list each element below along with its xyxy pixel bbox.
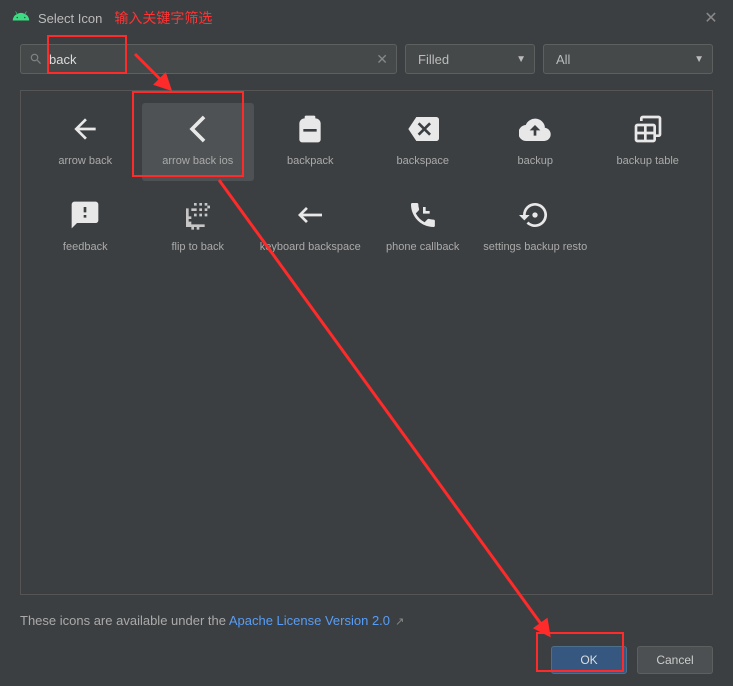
icon-grid-container: arrow back arrow back ios backpack backspac… [20, 90, 713, 595]
search-input[interactable] [49, 52, 376, 67]
phone-callback-icon [405, 197, 441, 233]
icon-label: backspace [396, 155, 449, 168]
icon-label: backup [518, 155, 553, 168]
backup-icon [517, 111, 553, 147]
dialog-buttons: OK Cancel [551, 646, 713, 674]
ok-button[interactable]: OK [551, 646, 627, 674]
feedback-icon [67, 197, 103, 233]
annotation-text: 输入关键字筛选 [114, 8, 212, 28]
icon-label: keyboard backspace [260, 241, 361, 254]
icon-cell-backup[interactable]: backup [479, 103, 592, 181]
category-dropdown[interactable]: All ▼ [543, 44, 713, 74]
icon-cell-settings-backup-resto[interactable]: settings backup resto [479, 189, 592, 267]
search-icon [29, 52, 43, 66]
window-title: Select Icon [38, 11, 102, 26]
backup-table-icon [630, 111, 666, 147]
external-link-icon: ↗ [392, 616, 404, 628]
category-dropdown-value: All [556, 52, 570, 67]
cancel-button[interactable]: Cancel [637, 646, 713, 674]
chevron-down-icon: ▼ [516, 54, 526, 65]
icon-cell-arrow-back[interactable]: arrow back [29, 103, 142, 181]
icon-cell-backup-table[interactable]: backup table [592, 103, 705, 181]
icon-cell-phone-callback[interactable]: phone callback [367, 189, 480, 267]
icon-cell-backspace[interactable]: backspace [367, 103, 480, 181]
flip-to-back-icon [180, 197, 216, 233]
keyboard-backspace-icon [292, 197, 328, 233]
icon-label: flip to back [171, 241, 224, 254]
icon-label: phone callback [386, 241, 459, 254]
filters-row: ✕ Filled ▼ All ▼ [0, 36, 733, 82]
backpack-icon [292, 111, 328, 147]
android-icon [12, 7, 38, 30]
icon-cell-flip-to-back[interactable]: flip to back [142, 189, 255, 267]
clear-search-icon[interactable]: ✕ [376, 51, 388, 68]
titlebar: Select Icon 输入关键字筛选 ✕ [0, 0, 733, 36]
icon-cell-backpack[interactable]: backpack [254, 103, 367, 181]
license-link[interactable]: Apache License Version 2.0 [229, 613, 390, 628]
icon-cell-keyboard-backspace[interactable]: keyboard backspace [254, 189, 367, 267]
backspace-icon [405, 111, 441, 147]
icon-cell-feedback[interactable]: feedback [29, 189, 142, 267]
style-dropdown[interactable]: Filled ▼ [405, 44, 535, 74]
icon-label: arrow back [58, 155, 112, 168]
icon-cell-arrow-back-ios[interactable]: arrow back ios [142, 103, 255, 181]
close-icon[interactable]: ✕ [701, 8, 721, 28]
arrow-back-icon [67, 111, 103, 147]
chevron-down-icon: ▼ [694, 54, 704, 65]
style-dropdown-value: Filled [418, 52, 449, 67]
settings-backup-resto-icon [517, 197, 553, 233]
license-text: These icons are available under the Apac… [20, 613, 404, 628]
icon-label: backup table [617, 155, 679, 168]
search-field-wrap[interactable]: ✕ [20, 44, 397, 74]
icon-label: arrow back ios [162, 155, 233, 168]
arrow-back-ios-icon [180, 111, 216, 147]
icon-label: feedback [63, 241, 108, 254]
icon-label: settings backup resto [483, 241, 587, 254]
icon-label: backpack [287, 155, 333, 168]
icon-grid: arrow back arrow back ios backpack backspac… [29, 103, 704, 267]
